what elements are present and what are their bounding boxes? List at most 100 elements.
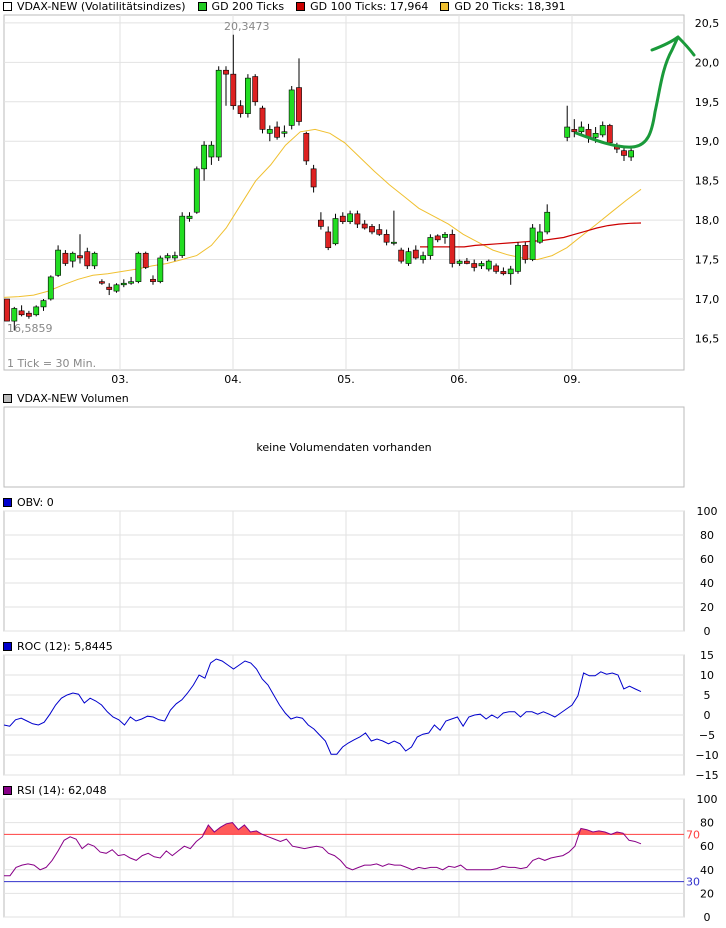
candle-body	[485, 260, 492, 270]
candle-body	[463, 260, 470, 264]
roc-y-tick-label: −5	[699, 729, 715, 742]
main-y-axis: 20,5 20,0 19,5 19,0 18,5 18,0 17,5 17,0 16,5	[695, 17, 720, 346]
candle-body	[142, 252, 149, 268]
main-y-tick-label: 18,5	[695, 175, 720, 188]
volume-panel: keine Volumendaten vorhanden	[3, 406, 685, 488]
rsi-panel: 100 80 60 40 20 0 70 30	[3, 793, 718, 924]
rsi-lower-label: 30	[686, 876, 700, 889]
candle-body	[471, 263, 478, 268]
candle-body	[99, 281, 105, 284]
main-panel: 20,5 20,0 19,5 19,0 18,5 18,0 17,5 17,0 16,5 03.…	[3, 14, 720, 386]
roc-y-axis: 15 10 5 0 −5 −10 −15	[695, 649, 718, 782]
rsi-y-tick-label: 60	[700, 840, 714, 853]
main-x-axis: 03. 04. 05. 06. 09.	[111, 373, 581, 386]
low-label: 16,5859	[7, 322, 53, 335]
candle-body	[179, 215, 186, 256]
candle-body	[172, 255, 178, 259]
candle-body	[529, 227, 536, 260]
candle-body	[536, 231, 543, 243]
obv-plot-frame	[3, 510, 685, 632]
candle-body	[237, 105, 244, 114]
candle-body	[390, 241, 397, 244]
candle-body	[164, 255, 171, 259]
candle-body	[449, 234, 456, 264]
candle-body	[405, 251, 412, 264]
candle-body	[150, 278, 156, 282]
candle-body	[106, 286, 113, 290]
high-label: 20,3473	[224, 20, 270, 33]
main-y-tick-label: 19,0	[695, 135, 720, 148]
candle-body	[40, 300, 47, 308]
candle-body	[383, 234, 390, 243]
obv-y-tick-label: 40	[700, 577, 714, 590]
roc-y-tick-label: −10	[695, 749, 718, 762]
rsi-y-tick-label: 20	[700, 887, 714, 900]
candle-body	[186, 215, 193, 219]
candle-body	[578, 126, 585, 133]
candle-body	[193, 168, 200, 213]
candle-body	[369, 226, 375, 233]
candle-body	[77, 255, 83, 259]
candle-body	[296, 87, 302, 122]
candle-body	[621, 150, 627, 156]
main-y-tick-label: 20,5	[695, 17, 720, 30]
candle-body	[25, 312, 32, 317]
main-x-tick-label: 03.	[111, 373, 129, 386]
candle-body	[361, 223, 368, 229]
candle-body	[245, 77, 251, 114]
main-x-tick-label: 04.	[224, 373, 242, 386]
roc-y-tick-label: 15	[700, 649, 714, 662]
candle-body	[223, 69, 229, 75]
candle-body	[113, 284, 120, 292]
obv-panel: 100 80 60 40 20 0	[3, 505, 718, 638]
candle-body	[478, 263, 485, 267]
obv-y-tick-label: 0	[704, 625, 711, 638]
rsi-y-tick-label: 100	[697, 793, 718, 806]
chart-canvas: 20,5 20,0 19,5 19,0 18,5 18,0 17,5 17,0 16,5 03.…	[3, 14, 720, 924]
obv-y-tick-label: 20	[700, 601, 714, 614]
candle-body	[128, 281, 134, 284]
candle-body	[215, 69, 222, 158]
candle-body	[55, 249, 61, 276]
candle-body	[456, 260, 463, 264]
obv-y-tick-label: 80	[700, 529, 714, 542]
candle-body	[281, 131, 288, 134]
candle-body	[493, 265, 499, 272]
candle-body	[332, 218, 339, 245]
main-y-tick-label: 19,5	[695, 96, 720, 109]
candle-body	[571, 129, 578, 133]
roc-panel: 15 10 5 0 −5 −10 −15	[3, 649, 719, 782]
candle-body	[325, 231, 332, 249]
obv-y-axis: 100 80 60 40 20 0	[697, 505, 718, 638]
rsi-plot-frame	[3, 798, 685, 918]
candle-body	[208, 144, 215, 158]
roc-y-tick-label: −15	[695, 769, 718, 782]
main-y-tick-label: 20,0	[695, 56, 720, 69]
candle-body	[135, 252, 142, 282]
candle-body	[412, 249, 419, 259]
candle-body	[252, 76, 259, 103]
candle-body	[91, 252, 98, 267]
candle-body	[427, 237, 434, 256]
candle-body	[259, 107, 266, 130]
candle-body	[33, 306, 40, 316]
candle-body	[157, 257, 164, 282]
main-y-tick-label: 18,0	[695, 214, 720, 227]
rsi-y-tick-label: 0	[704, 911, 711, 924]
rsi-y-axis: 100 80 60 40 20 0	[697, 793, 718, 924]
candle-body	[47, 276, 54, 300]
obv-y-tick-label: 60	[700, 553, 714, 566]
rsi-upper-label: 70	[686, 828, 700, 841]
candle-body	[310, 168, 317, 188]
candle-body	[347, 213, 353, 222]
candle-body	[317, 219, 324, 227]
candle-body	[442, 234, 448, 238]
candle-body	[500, 271, 507, 275]
candle-body	[62, 252, 69, 264]
candle-body	[606, 125, 613, 144]
candle-body	[599, 125, 606, 136]
candle-body	[354, 213, 361, 225]
roc-y-tick-label: 0	[704, 709, 711, 722]
candle-body	[230, 73, 237, 107]
candle-body	[592, 133, 599, 138]
